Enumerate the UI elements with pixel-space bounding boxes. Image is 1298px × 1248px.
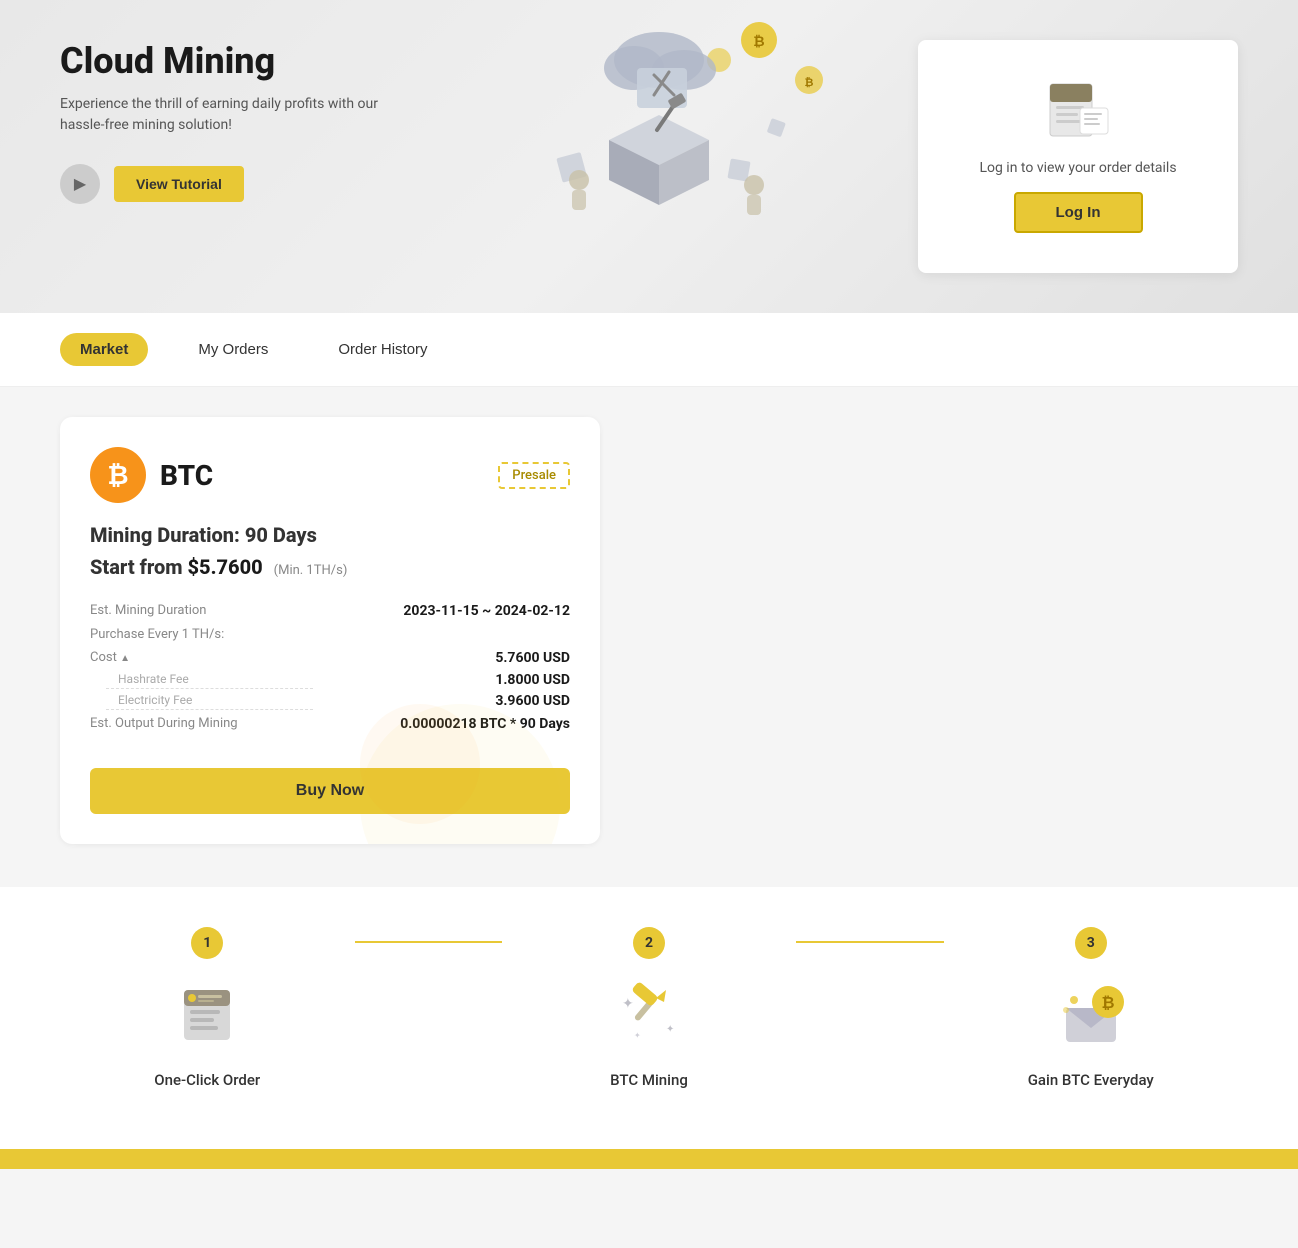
step-line-1 [355,941,502,943]
step-2-label: BTC Mining [610,1071,688,1089]
svg-text:₿: ₿ [1101,993,1114,1012]
svg-text:₿: ₿ [805,76,814,89]
tab-my-orders[interactable]: My Orders [178,333,288,366]
card-header: ₿ BTC Presale [90,447,570,503]
hero-illustration: ₿ ₿ [459,0,839,260]
step-2: 2 ✦ ✦ ✦ BTC Mining [502,927,797,1089]
est-output-label: Est. Output During Mining [90,712,313,736]
footer-strip [0,1149,1298,1169]
start-from-price: $5.7600 [188,555,263,579]
step-line-2 [796,941,943,943]
step-2-icon: ✦ ✦ ✦ [614,975,684,1055]
step-3: 3 ₿ Gain BTC Everyday [944,927,1239,1089]
login-card-text: Log in to view your order details [979,160,1176,176]
table-row-est-output: Est. Output During Mining 0.00000218 BTC… [90,712,570,736]
svg-text:✦: ✦ [622,996,634,1012]
table-row-hashrate-fee: Hashrate Fee 1.8000 USD [90,670,570,691]
electricity-fee-label: Electricity Fee [106,693,313,710]
step-1: 1 One-Click Order [60,927,355,1089]
est-output-val: 0.00000218 BTC * 90 Days [313,712,570,736]
btc-label: BTC [160,459,213,492]
step-1-icon [172,975,242,1055]
hero-section: Cloud Mining Experience the thrill of ea… [0,0,1298,313]
svg-text:✦: ✦ [634,1031,641,1040]
steps-section: 1 One-Click Order 2 [0,887,1298,1149]
btc-icon: ₿ [90,447,146,503]
tab-market[interactable]: Market [60,333,148,366]
play-button[interactable]: ▶ [60,164,100,204]
buy-now-button[interactable]: Buy Now [90,768,570,814]
cost-label: Cost ▲ [90,646,313,670]
start-from-label: Start from [90,555,183,579]
est-duration-val: 2023-11-15 ~ 2024-02-12 [313,599,570,623]
table-row-est-duration: Est. Mining Duration 2023-11-15 ~ 2024-0… [90,599,570,623]
step-1-number: 1 [191,927,223,959]
step-3-icon: ₿ [1056,975,1126,1055]
mining-duration: Mining Duration: 90 Days [90,523,570,547]
tab-order-history[interactable]: Order History [318,333,447,366]
start-from: Start from $5.7600 (Min. 1TH/s) [90,555,570,579]
hero-title: Cloud Mining [60,40,400,82]
hero-right: Log in to view your order details Log In [918,40,1238,273]
svg-text:✦: ✦ [666,1024,674,1035]
table-row-purchase: Purchase Every 1 TH/s: [90,623,570,646]
hero-actions: ▶ View Tutorial [60,164,400,204]
main-content: ₿ BTC Presale Mining Duration: 90 Days S… [0,387,1298,887]
step-3-number: 3 [1075,927,1107,959]
electricity-fee-val: 3.9600 USD [313,691,570,712]
step-1-label: One-Click Order [154,1071,260,1089]
table-row-electricity-fee: Electricity Fee 3.9600 USD [90,691,570,712]
cost-val: 5.7600 USD [313,646,570,670]
hero-left: Cloud Mining Experience the thrill of ea… [60,40,400,204]
view-tutorial-button[interactable]: View Tutorial [114,166,244,202]
min-label: (Min. 1TH/s) [274,563,348,578]
login-card-icon [1042,80,1114,144]
step-2-number: 2 [633,927,665,959]
mining-card: ₿ BTC Presale Mining Duration: 90 Days S… [60,417,600,844]
hashrate-fee-label: Hashrate Fee [106,672,313,689]
hero-subtitle: Experience the thrill of earning daily p… [60,94,400,136]
details-table: Est. Mining Duration 2023-11-15 ~ 2024-0… [90,599,570,736]
presale-badge: Presale [498,462,570,489]
table-row-cost: Cost ▲ 5.7600 USD [90,646,570,670]
purchase-label: Purchase Every 1 TH/s: [90,623,570,646]
tabs-section: Market My Orders Order History [0,313,1298,387]
svg-text:₿: ₿ [753,34,764,50]
login-button[interactable]: Log In [1014,192,1143,233]
btc-coin-info: ₿ BTC [90,447,213,503]
step-3-label: Gain BTC Everyday [1028,1071,1154,1089]
step-connector-1 [355,927,502,943]
step-connector-2 [796,927,943,943]
est-duration-label: Est. Mining Duration [90,599,313,623]
hashrate-fee-val: 1.8000 USD [313,670,570,691]
login-card: Log in to view your order details Log In [918,40,1238,273]
